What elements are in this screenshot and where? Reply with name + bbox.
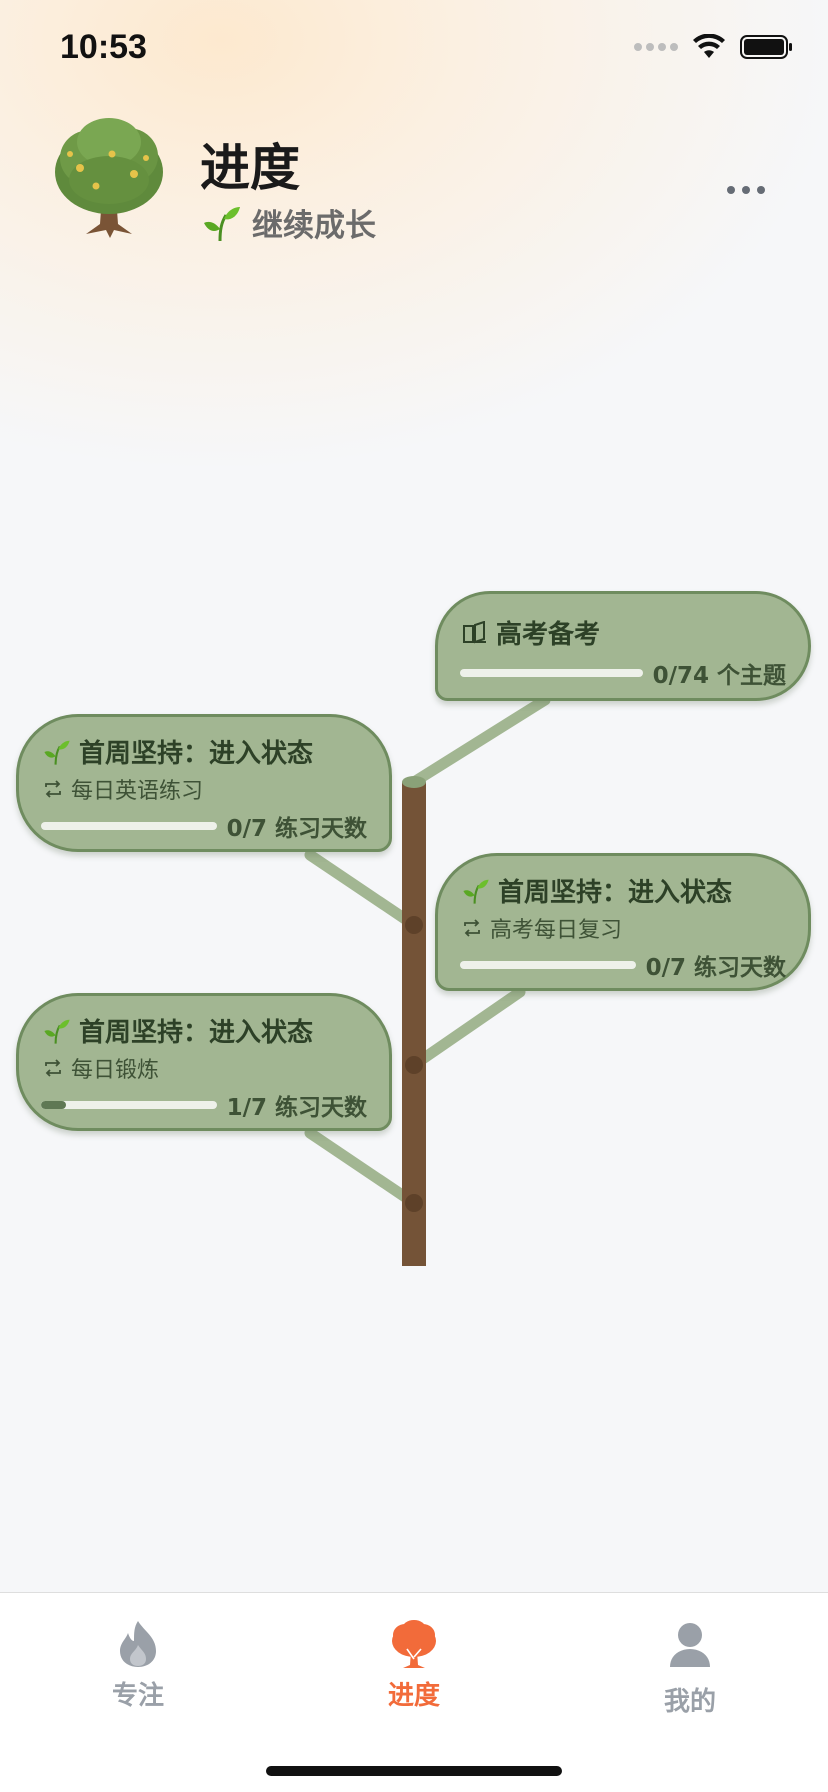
more-button[interactable] <box>716 170 776 210</box>
tab-label: 专注 <box>111 1681 164 1711</box>
tab-label: 我的 <box>663 1687 716 1717</box>
tab-focus[interactable]: 专注 <box>68 1619 208 1729</box>
goal-progress-row: 0/74 个主题 <box>460 656 786 690</box>
sprout-icon <box>44 1019 70 1044</box>
goal-card-english[interactable]: 首周坚持：进入状态 每日英语练习 0/7 练习天数 <box>16 714 392 852</box>
goal-subtitle-row: 高考每日复习 <box>462 912 622 944</box>
goal-title: 高考备考 <box>496 620 601 650</box>
sprout-icon <box>463 879 489 904</box>
goal-count: 1/7 练习天数 <box>226 1095 367 1121</box>
sprout-icon <box>204 206 240 241</box>
page-subtitle: 继续成长 <box>252 208 376 244</box>
goal-card-gaokao[interactable]: 高考备考 0/74 个主题 <box>435 591 811 701</box>
tree-icon <box>392 1620 436 1668</box>
progress-fill <box>41 1101 66 1109</box>
goal-card-review[interactable]: 首周坚持：进入状态 高考每日复习 0/7 练习天数 <box>435 853 811 991</box>
progress-bar <box>41 1101 217 1109</box>
progress-bar <box>460 961 636 969</box>
branch-line <box>304 1127 420 1209</box>
trunk-top <box>402 776 426 788</box>
cellular-signal-icon <box>634 43 678 51</box>
goal-title: 首周坚持：进入状态 <box>79 739 314 769</box>
subtitle-row: 继续成长 <box>202 200 376 245</box>
flame-icon <box>120 1621 156 1667</box>
status-time: 10:53 <box>60 28 147 66</box>
repeat-icon <box>464 919 480 937</box>
book-icon <box>463 620 486 643</box>
progress-bar <box>41 822 217 830</box>
goal-subtitle-row: 每日锻炼 <box>43 1052 159 1084</box>
goal-subtitle-row: 每日英语练习 <box>43 773 203 805</box>
goal-subtitle: 高考每日复习 <box>490 918 623 943</box>
goal-count: 0/7 练习天数 <box>645 955 786 981</box>
branch-line <box>408 694 551 788</box>
goal-title: 首周坚持：进入状态 <box>79 1018 314 1048</box>
tab-profile[interactable]: 我的 <box>620 1619 760 1729</box>
status-icons <box>634 34 794 60</box>
person-icon <box>670 1623 710 1667</box>
goal-count: 0/74 个主题 <box>652 663 786 689</box>
goal-title-row: 高考备考 <box>462 614 600 651</box>
repeat-icon <box>45 780 61 798</box>
tree-icon <box>55 118 163 238</box>
goal-title-row: 首周坚持：进入状态 <box>43 1012 313 1049</box>
branch-line <box>408 986 526 1071</box>
goal-count: 0/7 练习天数 <box>226 816 367 842</box>
goal-card-exercise[interactable]: 首周坚持：进入状态 每日锻炼 1/7 练习天数 <box>16 993 392 1131</box>
goal-tree: 高考备考 0/74 个主题 首周坚持：进入状态 每日英语练习 0/7 练习天数 … <box>0 580 828 1280</box>
goal-progress-row: 1/7 练习天数 <box>41 1088 367 1122</box>
status-bar: 10:53 <box>0 0 828 100</box>
goal-title: 首周坚持：进入状态 <box>498 878 733 908</box>
goal-progress-row: 0/7 练习天数 <box>460 948 786 982</box>
wifi-icon <box>693 34 725 58</box>
trunk-knot <box>405 1194 423 1212</box>
repeat-icon <box>45 1059 61 1077</box>
tab-label: 进度 <box>387 1681 440 1711</box>
battery-icon <box>740 35 792 59</box>
tab-progress[interactable]: 进度 <box>344 1619 484 1729</box>
branch-line <box>304 849 420 931</box>
goal-subtitle: 每日锻炼 <box>71 1058 160 1083</box>
sprout-icon <box>44 740 70 765</box>
home-indicator <box>266 1766 562 1776</box>
trunk-knot <box>405 916 423 934</box>
trunk-knot <box>405 1056 423 1074</box>
progress-bar <box>460 669 643 677</box>
page-title: 进度 <box>200 139 300 197</box>
page-header: 进度 继续成长 <box>0 110 828 250</box>
tree-trunk <box>402 782 426 1266</box>
goal-title-row: 首周坚持：进入状态 <box>43 733 313 770</box>
goal-subtitle: 每日英语练习 <box>71 779 204 804</box>
goal-progress-row: 0/7 练习天数 <box>41 809 367 843</box>
tab-bar: 专注 进度 我的 <box>0 1592 828 1792</box>
goal-title-row: 首周坚持：进入状态 <box>462 872 732 909</box>
